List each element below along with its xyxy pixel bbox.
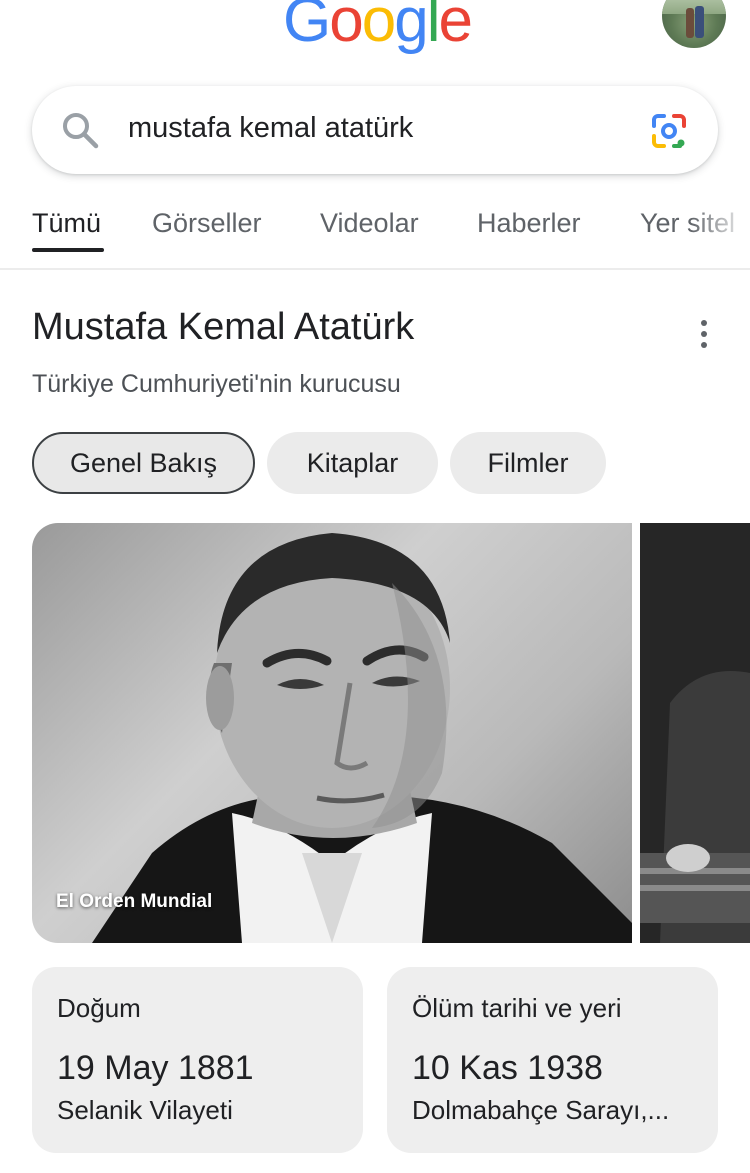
avatar-figure: [695, 6, 704, 38]
logo-letter: o: [361, 0, 397, 55]
google-logo[interactable]: Google: [283, 0, 473, 56]
entity-main-image[interactable]: El Orden Mundial: [32, 523, 632, 943]
tab-news[interactable]: Haberler: [477, 208, 581, 239]
more-options-icon[interactable]: [694, 320, 714, 352]
chip-overview[interactable]: Genel Bakış: [32, 432, 255, 494]
image-source-caption: El Orden Mundial: [56, 891, 213, 912]
magnifier-icon[interactable]: [60, 110, 100, 150]
tabs-fade: [690, 200, 750, 260]
logo-letter: o: [329, 0, 364, 55]
fact-value: 10 Kas 1938: [412, 1049, 603, 1087]
search-results-page: Google mustafa kemal atatürk Tümü Görsel…: [0, 0, 750, 1173]
fact-place: Selanik Vilayeti: [57, 1095, 233, 1125]
birth-fact-card[interactable]: Doğum 19 May 1881 Selanik Vilayeti: [32, 967, 363, 1153]
logo-letter: e: [438, 0, 473, 55]
fact-label: Doğum: [57, 993, 141, 1023]
tab-images[interactable]: Görseller: [152, 208, 262, 239]
search-input[interactable]: mustafa kemal atatürk: [128, 112, 413, 145]
entity-title: Mustafa Kemal Atatürk: [32, 306, 415, 348]
entity-subtitle: Türkiye Cumhuriyeti'nin kurucusu: [32, 370, 401, 398]
tab-videos[interactable]: Videolar: [320, 208, 419, 239]
tabs-divider: [0, 268, 750, 270]
entity-secondary-image[interactable]: [640, 523, 750, 943]
google-lens-icon[interactable]: [650, 112, 688, 150]
fact-label: Ölüm tarihi ve yeri: [412, 993, 622, 1023]
death-fact-card[interactable]: Ölüm tarihi ve yeri 10 Kas 1938 Dolmabah…: [387, 967, 718, 1153]
chip-books[interactable]: Kitaplar: [267, 432, 438, 494]
profile-avatar[interactable]: [662, 0, 726, 48]
logo-letter: l: [426, 0, 441, 55]
logo-letter: G: [283, 0, 331, 55]
search-tabs: Tümü Görseller Videolar Haberler Yer sit…: [0, 200, 750, 268]
tab-all[interactable]: Tümü: [32, 208, 101, 239]
fact-place: Dolmabahçe Sarayı,...: [412, 1095, 670, 1125]
secondary-image-illustration: [640, 523, 750, 943]
fact-value: 19 May 1881: [57, 1049, 254, 1087]
chip-films[interactable]: Filmler: [450, 432, 606, 494]
search-box[interactable]: mustafa kemal atatürk: [32, 86, 718, 174]
avatar-figure: [686, 8, 694, 38]
portrait-illustration: [92, 533, 632, 943]
avatar-sky: [662, 0, 726, 14]
active-tab-indicator: [32, 248, 104, 252]
logo-letter: g: [394, 0, 429, 55]
